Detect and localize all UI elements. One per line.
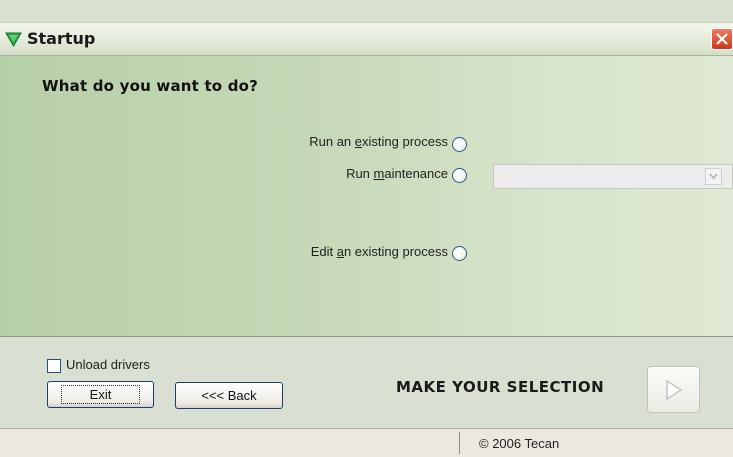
option-label-text: xisting process <box>362 134 448 149</box>
unload-drivers-label: Unload drivers <box>66 357 150 372</box>
accelerator-key: a <box>336 244 344 259</box>
exit-button-label: Exit <box>60 385 141 404</box>
main-panel: What do you want to do? Run an existing … <box>0 56 733 337</box>
selection-prompt: MAKE YOUR SELECTION <box>396 378 605 396</box>
option-label-edit-existing: Edit an existing process <box>311 244 448 259</box>
option-label-text: n existing process <box>343 244 448 259</box>
option-label-text: Run an <box>309 134 355 149</box>
startup-window: Startup What do you want to do? Run an e… <box>0 0 733 457</box>
title-bar: Startup <box>0 22 733 56</box>
window-title: Startup <box>27 29 96 48</box>
radio-run-existing-process[interactable] <box>452 137 467 152</box>
accelerator-key: e <box>354 134 363 149</box>
dropdown-arrow[interactable] <box>705 168 722 185</box>
copyright-text: © 2006 Tecan <box>479 436 560 451</box>
status-bar: © 2006 Tecan <box>0 428 733 457</box>
radio-run-maintenance[interactable] <box>452 168 467 183</box>
option-label-run-maintenance: Run maintenance <box>346 166 448 181</box>
exit-button[interactable]: Exit <box>47 381 154 408</box>
back-button-label: <<< Back <box>201 388 257 403</box>
chevron-down-icon <box>709 173 718 180</box>
option-label-text: Edit <box>310 244 337 259</box>
option-label-text: Run <box>346 166 374 181</box>
play-arrow-icon <box>666 379 683 401</box>
close-icon <box>716 33 728 45</box>
option-label-text: aintenance <box>384 166 448 181</box>
accelerator-key: m <box>373 166 385 181</box>
radio-edit-existing-process[interactable] <box>452 246 467 261</box>
status-pane <box>0 432 460 454</box>
bottom-panel: Unload drivers Exit <<< Back MAKE YOUR S… <box>0 337 733 428</box>
back-button[interactable]: <<< Back <box>175 382 283 409</box>
question-heading: What do you want to do? <box>42 77 259 95</box>
option-label-run-existing: Run an existing process <box>309 134 448 149</box>
next-button[interactable] <box>647 366 700 413</box>
maintenance-select[interactable] <box>493 164 733 189</box>
close-button[interactable] <box>711 28 733 50</box>
green-triangle-icon <box>5 31 22 48</box>
unload-drivers-checkbox[interactable] <box>47 359 61 373</box>
